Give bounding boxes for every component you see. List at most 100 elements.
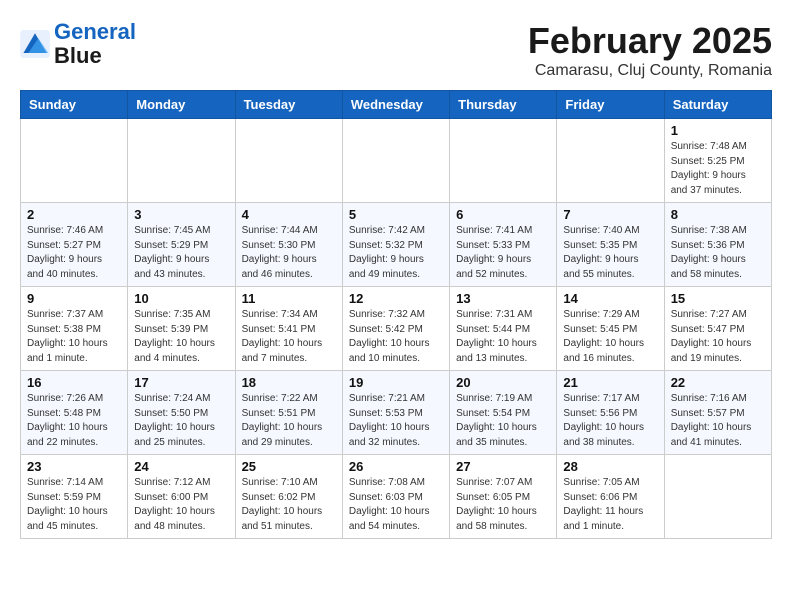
day-info: Sunrise: 7:14 AM Sunset: 5:59 PM Dayligh… [27, 476, 121, 534]
calendar-cell: 23 Sunrise: 7:14 AM Sunset: 5:59 PM Dayli… [21, 455, 128, 539]
day-info: Sunrise: 7:29 AM Sunset: 5:45 PM Dayligh… [563, 308, 657, 366]
calendar-week-row: 2Sunrise: 7:46 AM Sunset: 5:27 PM Daylig… [21, 203, 772, 287]
day-info: Sunrise: 7:37 AM Sunset: 5:38 PM Dayligh… [27, 308, 121, 366]
day-number: 21 [563, 375, 657, 390]
calendar-week-row: 16 Sunrise: 7:26 AM Sunset: 5:48 PM Dayli… [21, 371, 772, 455]
calendar-cell [21, 119, 128, 203]
day-number: 20 [456, 375, 550, 390]
day-number: 7 [563, 207, 657, 222]
day-info: Sunrise: 7:12 AM Sunset: 6:00 PM Dayligh… [134, 476, 228, 534]
weekday-header-monday: Monday [128, 91, 235, 119]
logo-blue: Blue [54, 43, 102, 68]
day-number: 9 [27, 291, 121, 306]
day-info: Sunrise: 7:32 AM Sunset: 5:42 PM Dayligh… [349, 308, 443, 366]
day-number: 24 [134, 459, 228, 474]
weekday-header-friday: Friday [557, 91, 664, 119]
calendar-cell: 7 Sunrise: 7:40 AM Sunset: 5:35 PM Daylig… [557, 203, 664, 287]
day-number: 23 [27, 459, 121, 474]
calendar-cell: 2Sunrise: 7:46 AM Sunset: 5:27 PM Daylig… [21, 203, 128, 287]
calendar-cell: 3 Sunrise: 7:45 AM Sunset: 5:29 PM Daylig… [128, 203, 235, 287]
calendar-cell [128, 119, 235, 203]
calendar-cell: 21 Sunrise: 7:17 AM Sunset: 5:56 PM Dayli… [557, 371, 664, 455]
day-info: Sunrise: 7:46 AM Sunset: 5:27 PM Dayligh… [27, 224, 121, 282]
calendar-cell: 17 Sunrise: 7:24 AM Sunset: 5:50 PM Dayli… [128, 371, 235, 455]
calendar-cell: 5 Sunrise: 7:42 AM Sunset: 5:32 PM Daylig… [342, 203, 449, 287]
day-number: 25 [242, 459, 336, 474]
calendar-cell: 27 Sunrise: 7:07 AM Sunset: 6:05 PM Dayli… [450, 455, 557, 539]
weekday-header-saturday: Saturday [664, 91, 771, 119]
day-info: Sunrise: 7:44 AM Sunset: 5:30 PM Dayligh… [242, 224, 336, 282]
location-title: Camarasu, Cluj County, Romania [528, 62, 772, 80]
calendar-cell: 14 Sunrise: 7:29 AM Sunset: 5:45 PM Dayli… [557, 287, 664, 371]
calendar-cell: 9 Sunrise: 7:37 AM Sunset: 5:38 PM Daylig… [21, 287, 128, 371]
day-info: Sunrise: 7:17 AM Sunset: 5:56 PM Dayligh… [563, 392, 657, 450]
day-info: Sunrise: 7:05 AM Sunset: 6:06 PM Dayligh… [563, 476, 657, 534]
calendar-cell: 20 Sunrise: 7:19 AM Sunset: 5:54 PM Dayli… [450, 371, 557, 455]
calendar-cell: 19Sunrise: 7:21 AM Sunset: 5:53 PM Dayli… [342, 371, 449, 455]
day-number: 16 [27, 375, 121, 390]
calendar-cell: 4 Sunrise: 7:44 AM Sunset: 5:30 PM Daylig… [235, 203, 342, 287]
day-number: 12 [349, 291, 443, 306]
calendar-cell: 10 Sunrise: 7:35 AM Sunset: 5:39 PM Dayli… [128, 287, 235, 371]
day-info: Sunrise: 7:07 AM Sunset: 6:05 PM Dayligh… [456, 476, 550, 534]
weekday-header-thursday: Thursday [450, 91, 557, 119]
calendar-cell [342, 119, 449, 203]
day-number: 22 [671, 375, 765, 390]
day-number: 15 [671, 291, 765, 306]
day-number: 17 [134, 375, 228, 390]
calendar-week-row: 9 Sunrise: 7:37 AM Sunset: 5:38 PM Daylig… [21, 287, 772, 371]
calendar-cell: 28 Sunrise: 7:05 AM Sunset: 6:06 PM Dayli… [557, 455, 664, 539]
calendar-cell: 6Sunrise: 7:41 AM Sunset: 5:33 PM Daylig… [450, 203, 557, 287]
calendar-header: SundayMondayTuesdayWednesdayThursdayFrid… [21, 91, 772, 119]
day-info: Sunrise: 7:27 AM Sunset: 5:47 PM Dayligh… [671, 308, 765, 366]
calendar-cell: 26Sunrise: 7:08 AM Sunset: 6:03 PM Dayli… [342, 455, 449, 539]
day-info: Sunrise: 7:48 AM Sunset: 5:25 PM Dayligh… [671, 140, 765, 198]
logo-general: General [54, 19, 136, 44]
day-number: 10 [134, 291, 228, 306]
calendar-cell [557, 119, 664, 203]
calendar-cell: 11 Sunrise: 7:34 AM Sunset: 5:41 PM Dayli… [235, 287, 342, 371]
day-info: Sunrise: 7:22 AM Sunset: 5:51 PM Dayligh… [242, 392, 336, 450]
day-info: Sunrise: 7:40 AM Sunset: 5:35 PM Dayligh… [563, 224, 657, 282]
day-number: 5 [349, 207, 443, 222]
day-number: 28 [563, 459, 657, 474]
day-number: 14 [563, 291, 657, 306]
day-info: Sunrise: 7:10 AM Sunset: 6:02 PM Dayligh… [242, 476, 336, 534]
weekday-header-sunday: Sunday [21, 91, 128, 119]
day-info: Sunrise: 7:31 AM Sunset: 5:44 PM Dayligh… [456, 308, 550, 366]
calendar-week-row: 1 Sunrise: 7:48 AM Sunset: 5:25 PM Daylig… [21, 119, 772, 203]
day-number: 3 [134, 207, 228, 222]
title-area: February 2025 Camarasu, Cluj County, Rom… [528, 20, 772, 80]
calendar-cell [235, 119, 342, 203]
calendar-cell [664, 455, 771, 539]
day-info: Sunrise: 7:35 AM Sunset: 5:39 PM Dayligh… [134, 308, 228, 366]
day-number: 11 [242, 291, 336, 306]
weekday-header-row: SundayMondayTuesdayWednesdayThursdayFrid… [21, 91, 772, 119]
calendar-cell: 22 Sunrise: 7:16 AM Sunset: 5:57 PM Dayli… [664, 371, 771, 455]
day-number: 26 [349, 459, 443, 474]
logo: General Blue [20, 20, 136, 68]
calendar-cell: 12 Sunrise: 7:32 AM Sunset: 5:42 PM Dayli… [342, 287, 449, 371]
calendar-cell: 25 Sunrise: 7:10 AM Sunset: 6:02 PM Dayli… [235, 455, 342, 539]
day-info: Sunrise: 7:16 AM Sunset: 5:57 PM Dayligh… [671, 392, 765, 450]
day-number: 4 [242, 207, 336, 222]
day-info: Sunrise: 7:42 AM Sunset: 5:32 PM Dayligh… [349, 224, 443, 282]
day-info: Sunrise: 7:45 AM Sunset: 5:29 PM Dayligh… [134, 224, 228, 282]
calendar-body: 1 Sunrise: 7:48 AM Sunset: 5:25 PM Daylig… [21, 119, 772, 539]
day-number: 1 [671, 123, 765, 138]
calendar-cell: 8Sunrise: 7:38 AM Sunset: 5:36 PM Daylig… [664, 203, 771, 287]
logo-icon [20, 30, 50, 58]
day-info: Sunrise: 7:41 AM Sunset: 5:33 PM Dayligh… [456, 224, 550, 282]
calendar-week-row: 23 Sunrise: 7:14 AM Sunset: 5:59 PM Dayli… [21, 455, 772, 539]
weekday-header-tuesday: Tuesday [235, 91, 342, 119]
day-info: Sunrise: 7:26 AM Sunset: 5:48 PM Dayligh… [27, 392, 121, 450]
day-info: Sunrise: 7:24 AM Sunset: 5:50 PM Dayligh… [134, 392, 228, 450]
calendar-cell: 24 Sunrise: 7:12 AM Sunset: 6:00 PM Dayli… [128, 455, 235, 539]
day-info: Sunrise: 7:19 AM Sunset: 5:54 PM Dayligh… [456, 392, 550, 450]
calendar-cell [450, 119, 557, 203]
day-number: 27 [456, 459, 550, 474]
header: General Blue February 2025 Camarasu, Clu… [20, 20, 772, 80]
calendar-cell: 16 Sunrise: 7:26 AM Sunset: 5:48 PM Dayli… [21, 371, 128, 455]
calendar-cell: 15 Sunrise: 7:27 AM Sunset: 5:47 PM Dayli… [664, 287, 771, 371]
day-info: Sunrise: 7:34 AM Sunset: 5:41 PM Dayligh… [242, 308, 336, 366]
